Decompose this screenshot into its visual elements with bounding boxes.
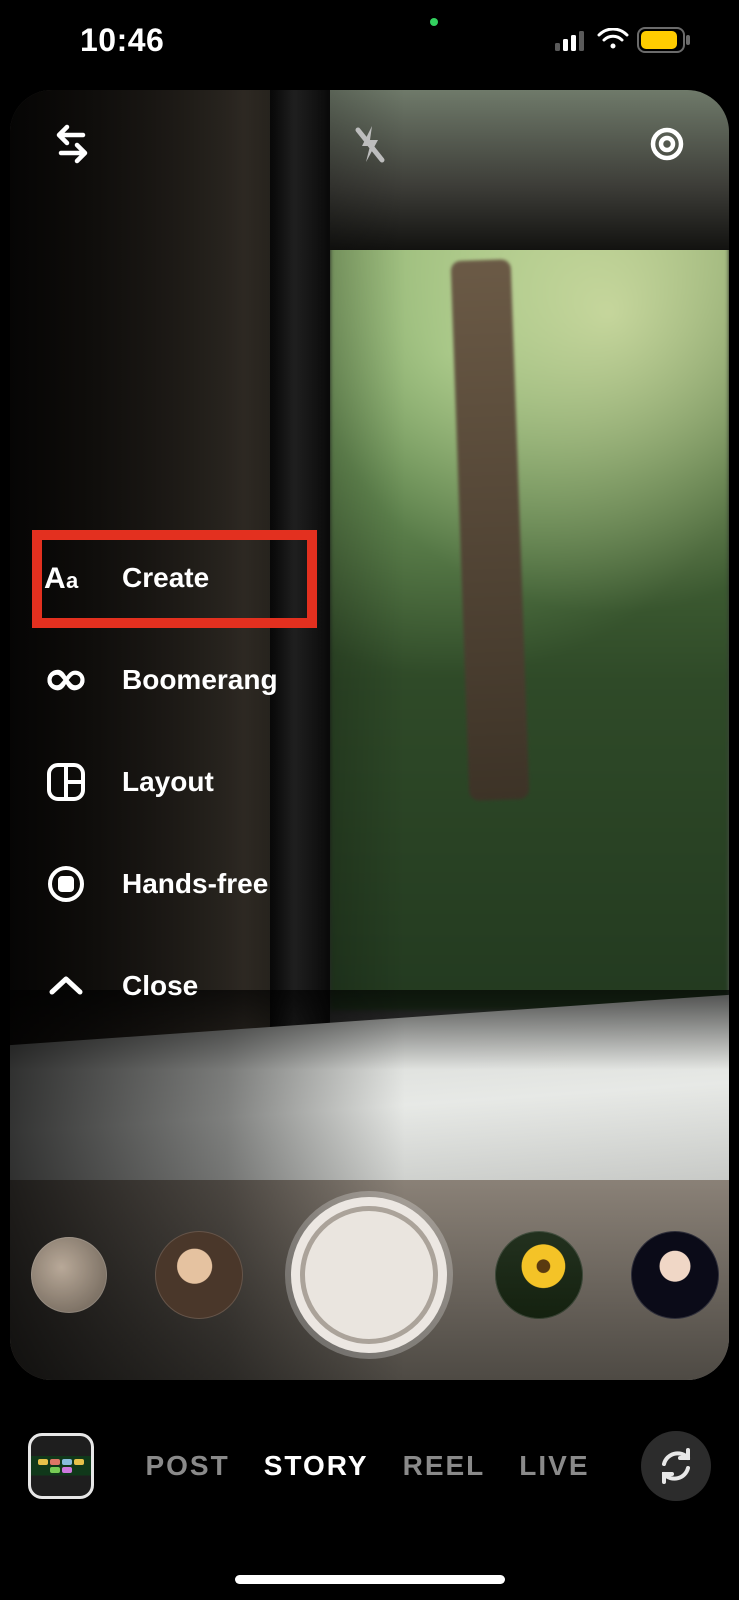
cellular-icon [555, 29, 589, 51]
svg-text:a: a [66, 568, 79, 593]
text-aa-icon: A a [44, 556, 88, 600]
tool-layout-label: Layout [122, 766, 214, 798]
camera-flip-icon [656, 1446, 696, 1486]
camera-top-toolbar [10, 118, 729, 170]
gear-icon [645, 122, 689, 166]
tool-handsfree[interactable]: Hands-free [44, 856, 278, 912]
battery-icon [637, 27, 691, 53]
chevron-up-icon [44, 964, 88, 1008]
tool-close-label: Close [122, 970, 198, 1002]
effect-thumbnail[interactable] [631, 1231, 719, 1319]
record-stop-icon [44, 862, 88, 906]
tool-handsfree-label: Hands-free [122, 868, 268, 900]
tool-layout[interactable]: Layout [44, 754, 278, 810]
settings-button[interactable] [641, 118, 693, 170]
story-tools-menu: A a Create Boomerang [44, 550, 278, 1014]
effects-carousel[interactable] [10, 1190, 729, 1360]
privacy-indicator-dot [430, 18, 438, 26]
status-bar: 10:46 [0, 0, 739, 80]
shutter-inner [300, 1206, 438, 1344]
mode-live[interactable]: LIVE [519, 1450, 589, 1482]
shutter-button[interactable] [291, 1197, 447, 1353]
home-indicator[interactable] [235, 1575, 505, 1584]
capture-modes[interactable]: POST STORY REEL LIVE [124, 1450, 611, 1482]
effect-thumbnail[interactable] [31, 1237, 107, 1313]
tool-close[interactable]: Close [44, 958, 278, 1014]
mode-reel[interactable]: REEL [403, 1450, 486, 1482]
flash-button[interactable] [344, 118, 396, 170]
status-time: 10:46 [80, 22, 164, 59]
mode-post[interactable]: POST [145, 1450, 229, 1482]
bottom-bar: POST STORY REEL LIVE [0, 1416, 739, 1516]
effect-thumbnail[interactable] [495, 1231, 583, 1319]
effect-thumbnail[interactable] [155, 1231, 243, 1319]
back-button[interactable] [46, 118, 98, 170]
tool-create-label: Create [122, 562, 209, 594]
layout-grid-icon [44, 760, 88, 804]
svg-text:A: A [44, 562, 66, 595]
gallery-button[interactable] [28, 1433, 94, 1499]
flash-off-icon [348, 122, 392, 166]
wifi-icon [597, 28, 629, 52]
tool-boomerang[interactable]: Boomerang [44, 652, 278, 708]
tool-boomerang-label: Boomerang [122, 664, 278, 696]
mode-story[interactable]: STORY [264, 1450, 369, 1482]
switch-camera-button[interactable] [641, 1431, 711, 1501]
status-indicators [555, 27, 691, 53]
tool-create[interactable]: A a Create [44, 550, 278, 606]
camera-viewport: A a Create Boomerang [10, 90, 729, 1380]
arrows-swap-icon [49, 121, 95, 167]
infinity-icon [44, 658, 88, 702]
